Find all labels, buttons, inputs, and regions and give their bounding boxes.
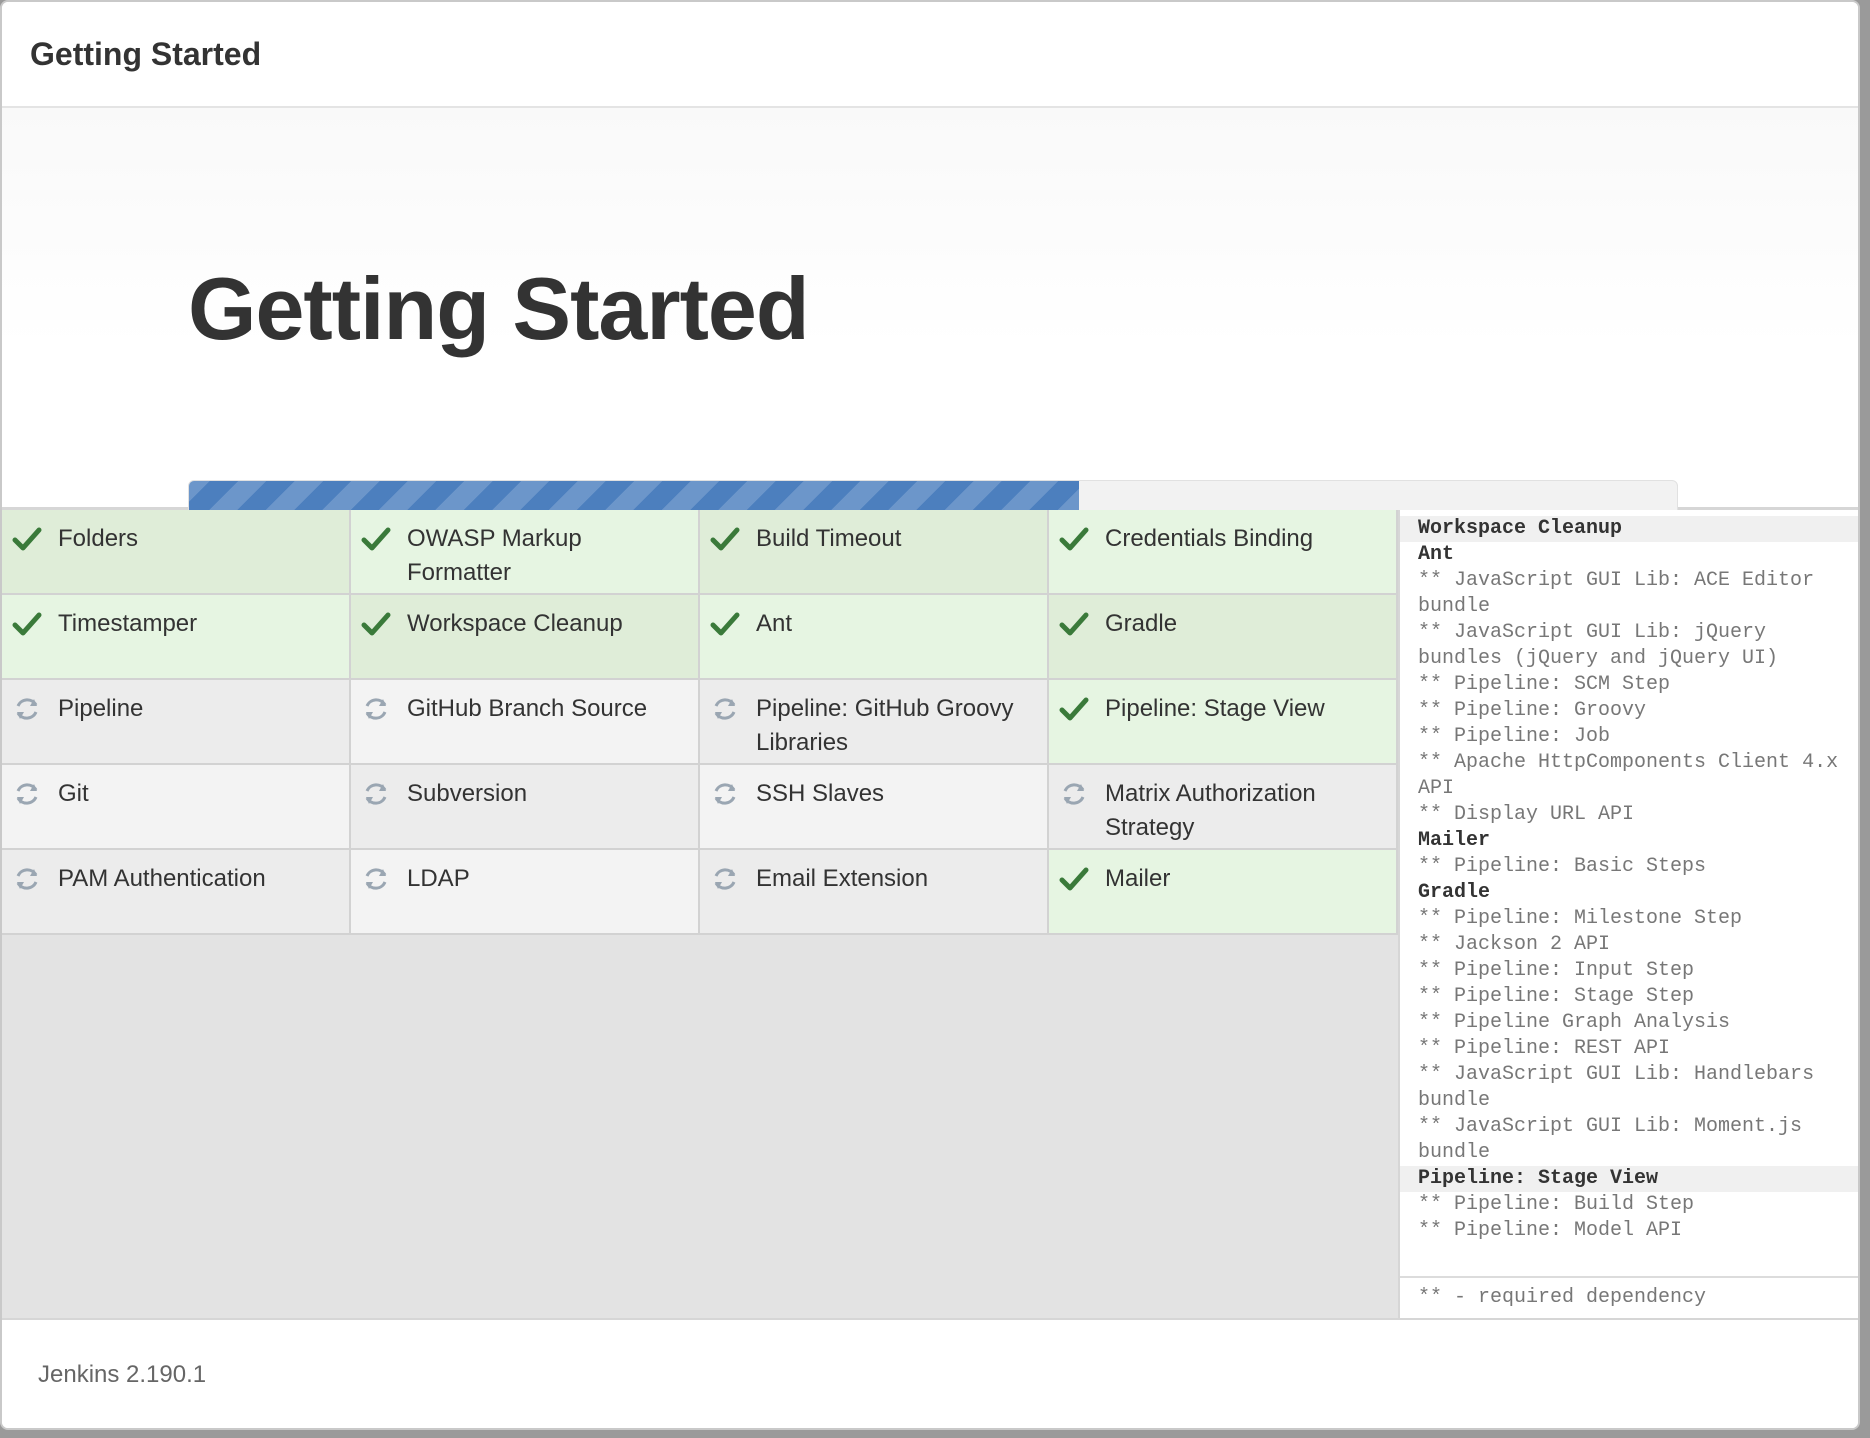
log-lines: Workspace Cleanup Ant ** JavaScript GUI Li… xyxy=(1400,516,1858,1244)
plugin-grid: Folders OWASP Markup Formatter Build Timeo… xyxy=(2,510,1398,935)
log-dependency-line: ** Pipeline: Model API xyxy=(1418,1219,1683,1242)
plugin-label: Pipeline xyxy=(58,695,144,722)
checkmark-icon xyxy=(1059,609,1089,639)
plugin-label: Ant xyxy=(756,610,793,637)
checkmark-icon xyxy=(1059,694,1089,724)
log-dependency-line: ** Pipeline: SCM Step xyxy=(1418,673,1671,696)
plugin-item: OWASP Markup Formatter xyxy=(351,510,700,595)
checkmark-icon xyxy=(1059,524,1089,554)
plugin-item: Credentials Binding xyxy=(1049,510,1398,595)
plugin-item: Subversion xyxy=(351,765,700,850)
plugin-item: GitHub Branch Source xyxy=(351,680,700,765)
plugin-label: Timestamper xyxy=(58,610,198,637)
plugin-label: Build Timeout xyxy=(756,525,902,552)
log-plugin-heading: Mailer xyxy=(1418,829,1491,852)
plugin-label: Email Extension xyxy=(756,865,929,892)
plugin-label: Folders xyxy=(58,525,139,552)
refresh-icon xyxy=(361,864,391,894)
plugin-item: SSH Slaves xyxy=(700,765,1049,850)
plugin-label: Mailer xyxy=(1105,865,1171,892)
refresh-icon xyxy=(361,694,391,724)
log-plugin-heading: Gradle xyxy=(1418,881,1491,904)
log-dependency-line: ** Pipeline: Job xyxy=(1418,725,1611,748)
plugin-label: Credentials Binding xyxy=(1105,525,1314,552)
checkmark-icon xyxy=(12,524,42,554)
log-dependency-line: ** Pipeline Graph Analysis xyxy=(1418,1011,1731,1034)
plugin-item: Matrix Authorization Strategy xyxy=(1049,765,1398,850)
log-dependency-line: ** Jackson 2 API xyxy=(1418,933,1611,956)
version-label: Jenkins 2.190.1 xyxy=(38,1361,207,1388)
plugin-label: SSH Slaves xyxy=(756,780,885,807)
refresh-icon xyxy=(12,694,42,724)
page-footer: Jenkins 2.190.1 xyxy=(2,1318,1858,1428)
plugin-item: Mailer xyxy=(1049,850,1398,935)
main-panel: Folders OWASP Markup Formatter Build Timeo… xyxy=(2,510,1858,1318)
plugin-label: Pipeline: Stage View xyxy=(1105,695,1325,722)
plugin-item: LDAP xyxy=(351,850,700,935)
plugin-label: Subversion xyxy=(407,780,528,807)
plugin-item: Git xyxy=(2,765,351,850)
plugin-label: GitHub Branch Source xyxy=(407,695,648,722)
log-dependency-line: ** Apache HttpComponents Client 4.x API xyxy=(1418,751,1851,800)
log-dependency-line: ** Pipeline: Build Step xyxy=(1418,1193,1695,1216)
hero: Getting Started xyxy=(2,108,1858,518)
log-dependency-line: ** JavaScript GUI Lib: Handlebars bundle xyxy=(1418,1063,1827,1112)
page-title: Getting Started xyxy=(188,259,810,358)
refresh-icon xyxy=(710,779,740,809)
log-footer: ** - required dependency xyxy=(1400,1276,1858,1318)
log-dependency-line: ** Pipeline: REST API xyxy=(1418,1037,1671,1060)
log-plugin-heading: Workspace Cleanup xyxy=(1400,516,1858,542)
log-plugin-heading: Pipeline: Stage View xyxy=(1400,1166,1858,1192)
refresh-icon xyxy=(1059,779,1089,809)
checkmark-icon xyxy=(710,609,740,639)
refresh-icon xyxy=(710,694,740,724)
checkmark-icon xyxy=(1059,864,1089,894)
log-dependency-line: ** Pipeline: Input Step xyxy=(1418,959,1695,982)
plugin-item: PAM Authentication xyxy=(2,850,351,935)
header: Getting Started xyxy=(2,2,1858,108)
header-title: Getting Started xyxy=(30,35,262,72)
log-dependency-line: ** Pipeline: Groovy xyxy=(1418,699,1647,722)
setup-window: Getting Started Getting Started Folders O… xyxy=(0,0,1860,1430)
plugin-item: Ant xyxy=(700,595,1049,680)
plugin-item: Gradle xyxy=(1049,595,1398,680)
plugin-item: Folders xyxy=(2,510,351,595)
checkmark-icon xyxy=(12,609,42,639)
checkmark-icon xyxy=(710,524,740,554)
plugin-item: Pipeline: GitHub Groovy Libraries xyxy=(700,680,1049,765)
log-plugin-heading: Ant xyxy=(1418,543,1455,566)
log-dependency-line: ** Display URL API xyxy=(1418,803,1635,826)
log-dependency-line: ** Pipeline: Milestone Step xyxy=(1418,907,1743,930)
install-log[interactable]: Workspace Cleanup Ant ** JavaScript GUI Li… xyxy=(1398,510,1858,1318)
plugin-label: Matrix Authorization Strategy xyxy=(1105,780,1316,841)
log-dependency-line: ** JavaScript GUI Lib: Moment.js bundle xyxy=(1418,1115,1815,1164)
plugin-label: PAM Authentication xyxy=(58,865,266,892)
log-dependency-line: ** JavaScript GUI Lib: jQuery bundles (j… xyxy=(1418,621,1779,670)
plugin-item: Build Timeout xyxy=(700,510,1049,595)
plugin-label: Git xyxy=(58,780,89,807)
plugin-item: Pipeline xyxy=(2,680,351,765)
plugin-label: Workspace Cleanup xyxy=(407,610,623,637)
refresh-icon xyxy=(12,779,42,809)
plugin-item: Email Extension xyxy=(700,850,1049,935)
plugin-item: Workspace Cleanup xyxy=(351,595,700,680)
refresh-icon xyxy=(710,864,740,894)
plugin-label: OWASP Markup Formatter xyxy=(407,525,582,586)
plugin-item: Timestamper xyxy=(2,595,351,680)
plugin-label: Gradle xyxy=(1105,610,1178,637)
checkmark-icon xyxy=(361,609,391,639)
log-dependency-line: ** Pipeline: Basic Steps xyxy=(1418,855,1707,878)
refresh-icon xyxy=(361,779,391,809)
checkmark-icon xyxy=(361,524,391,554)
log-dependency-line: ** JavaScript GUI Lib: ACE Editor bundle xyxy=(1418,569,1827,618)
refresh-icon xyxy=(12,864,42,894)
plugin-item: Pipeline: Stage View xyxy=(1049,680,1398,765)
log-dependency-line: ** Pipeline: Stage Step xyxy=(1418,985,1695,1008)
plugin-label: Pipeline: GitHub Groovy Libraries xyxy=(756,695,1014,756)
plugin-label: LDAP xyxy=(407,865,470,892)
